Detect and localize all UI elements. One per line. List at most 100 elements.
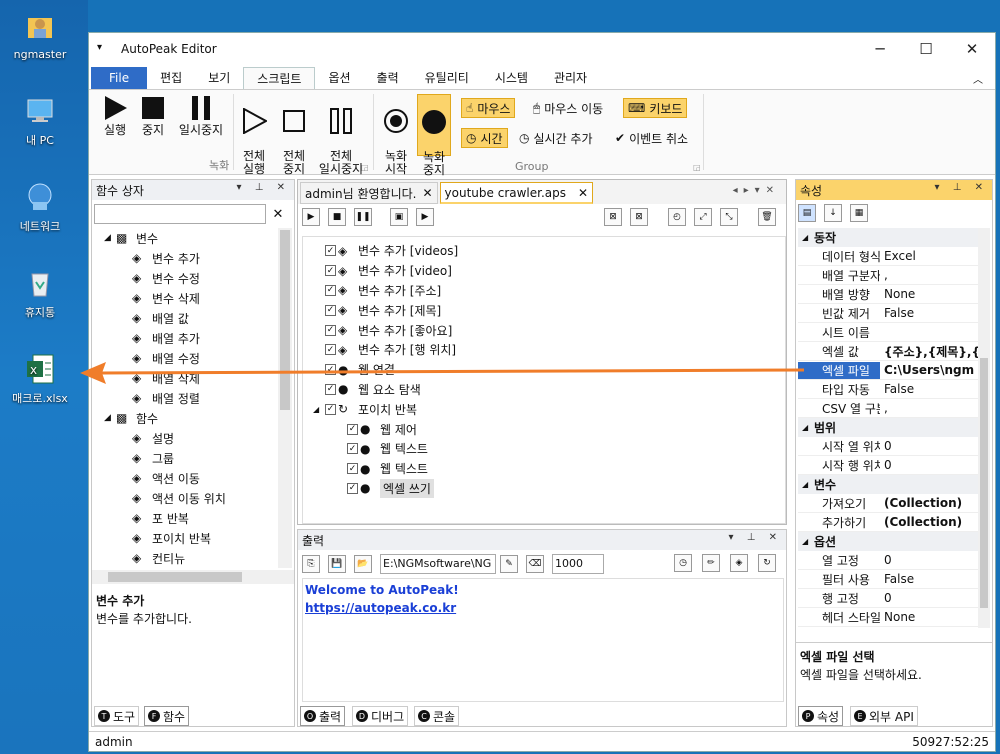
tab-output[interactable]: O 출력: [300, 706, 346, 726]
property-value[interactable]: {주소},{제목},{좋아요}: [880, 343, 978, 360]
new-log-icon[interactable]: ⎘: [302, 555, 320, 573]
script-row[interactable]: ✓ ● 엑셀 쓰기: [303, 478, 785, 499]
property-value[interactable]: False: [880, 572, 978, 586]
property-value[interactable]: ,: [880, 401, 978, 415]
expand-icon[interactable]: ⤢: [694, 208, 712, 226]
menu-file[interactable]: File: [91, 67, 148, 89]
refresh-icon[interactable]: ◴: [668, 208, 686, 226]
delete-icon[interactable]: 🗑: [758, 208, 776, 226]
toolbox-item[interactable]: ◢ ▩ 변수: [92, 228, 278, 248]
log-path-input[interactable]: E:\NGMsoftware\NG: [380, 554, 496, 574]
property-value[interactable]: Excel: [880, 249, 978, 263]
property-value[interactable]: 0: [880, 458, 978, 472]
toolbox-item[interactable]: ◈ 배열 정렬: [92, 388, 278, 408]
menu-view[interactable]: 보기: [195, 67, 243, 89]
toolbox-item[interactable]: ◈ 변수 삭제: [92, 288, 278, 308]
disable-icon[interactable]: ⊠: [604, 208, 622, 226]
property-category[interactable]: ◢ 옵션: [798, 532, 978, 551]
property-row[interactable]: 행 고정 0: [798, 589, 978, 608]
toolbox-search-input[interactable]: [94, 204, 266, 224]
toolbox-item[interactable]: ◈ 변수 수정: [92, 268, 278, 288]
property-row[interactable]: 배열 방향 None: [798, 285, 978, 304]
play-icon[interactable]: ▶: [302, 208, 320, 226]
collapse-icon[interactable]: ⤡: [720, 208, 738, 226]
step-icon[interactable]: ▣: [390, 208, 408, 226]
event-cancel-toggle[interactable]: ✔ 이벤트 취소: [611, 128, 692, 148]
toolbox-item[interactable]: ◈ 배열 값: [92, 308, 278, 328]
toolbox-item[interactable]: ◈ 설명: [92, 428, 278, 448]
script-row[interactable]: ✓ ◈ 변수 추가 [주소]: [303, 281, 785, 301]
dialog-launcher-icon[interactable]: ◲: [693, 163, 701, 172]
script-row[interactable]: ✓ ◈ 변수 추가 [행 위치]: [303, 340, 785, 360]
property-value[interactable]: 0: [880, 439, 978, 453]
pause-button[interactable]: 일시중지: [175, 94, 227, 137]
tab-debug[interactable]: D 디버그: [352, 706, 409, 726]
time-toggle[interactable]: ◷ 시간: [461, 128, 508, 148]
tab-youtube-crawler[interactable]: youtube crawler.aps ✕: [439, 182, 594, 204]
stop-button[interactable]: 중지: [137, 94, 169, 137]
property-value[interactable]: None: [880, 610, 978, 624]
clear-search-button[interactable]: ✕: [268, 204, 288, 224]
properties-scrollbar[interactable]: [978, 228, 990, 628]
property-row[interactable]: 시작 열 위치 0: [798, 437, 978, 456]
toolbox-item[interactable]: ◈ 액션 이동: [92, 468, 278, 488]
expander-icon[interactable]: ◢: [798, 480, 814, 489]
property-value[interactable]: (Collection): [880, 496, 978, 510]
row-checkbox[interactable]: ✓: [325, 344, 336, 356]
window-menu-icon[interactable]: ▾: [97, 42, 102, 53]
property-row[interactable]: 엑셀 파일 C:\Users\ngm: [798, 361, 978, 380]
menu-options[interactable]: 옵션: [315, 67, 363, 89]
toolbox-item[interactable]: ◈ 변수 추가: [92, 248, 278, 268]
desktop-icon-user-folder[interactable]: ngmaster: [4, 10, 76, 61]
property-row[interactable]: 열 고정 0: [798, 551, 978, 570]
stop-icon[interactable]: ■: [328, 208, 346, 226]
record-stop-button[interactable]: 녹화 중지: [417, 94, 451, 177]
minimize-button[interactable]: ─: [857, 33, 903, 65]
property-row[interactable]: 배열 구분자,: [798, 266, 978, 285]
save-icon[interactable]: 💾: [328, 555, 346, 573]
tab-properties[interactable]: P 속성: [798, 706, 844, 726]
row-checkbox[interactable]: ✓: [325, 265, 336, 277]
property-category[interactable]: ◢ 동작: [798, 228, 978, 247]
tab-console[interactable]: C 콘솔: [414, 706, 460, 726]
script-row[interactable]: ◢ ✓ ↻ 포이치 반복: [303, 399, 785, 419]
menu-system[interactable]: 시스템: [482, 67, 541, 89]
expander-icon[interactable]: ◢: [798, 233, 814, 242]
script-row[interactable]: ✓ ● 웹 텍스트: [303, 439, 785, 459]
property-row[interactable]: 추가하기 (Collection): [798, 513, 978, 532]
tab-functions[interactable]: F 함수: [144, 706, 190, 726]
property-row[interactable]: CSV 열 구분,: [798, 399, 978, 418]
panel-controls-icon[interactable]: ▾ ⊥ ✕: [935, 182, 988, 193]
toolbox-hscrollbar[interactable]: [92, 570, 294, 584]
property-row[interactable]: 데이터 형식 Excel: [798, 247, 978, 266]
toolbox-item[interactable]: ◈ 배열 추가: [92, 328, 278, 348]
property-value[interactable]: (Collection): [880, 515, 978, 529]
row-checkbox[interactable]: ✓: [347, 443, 358, 455]
property-row[interactable]: 시작 행 위치 0: [798, 456, 978, 475]
property-category[interactable]: ◢ 변수: [798, 475, 978, 494]
fill-icon[interactable]: ◈: [730, 554, 748, 572]
row-checkbox[interactable]: ✓: [325, 304, 336, 316]
property-row[interactable]: 엑셀 값 {주소},{제목},{좋아요}: [798, 342, 978, 361]
clean-icon[interactable]: ✎: [500, 555, 518, 573]
tab-external-api[interactable]: E 외부 API: [850, 706, 918, 726]
realtime-add-toggle[interactable]: ◷ 실시간 추가: [515, 128, 597, 148]
run-button[interactable]: 실행: [99, 94, 131, 137]
property-pages-icon[interactable]: ▦: [850, 204, 868, 222]
desktop-icon-my-pc[interactable]: 내 PC: [4, 94, 76, 148]
toolbox-item[interactable]: ◢ ▩ 함수: [92, 408, 278, 428]
keyboard-toggle[interactable]: ⌨ 키보드: [623, 98, 688, 118]
pause-all-button[interactable]: 전체 일시중지: [315, 94, 367, 176]
toolbox-item[interactable]: ◈ 포 반복: [92, 508, 278, 528]
tab-tools[interactable]: T 도구: [94, 706, 140, 726]
log-count-stepper[interactable]: 1000: [552, 554, 604, 574]
maximize-button[interactable]: ☐: [903, 33, 949, 65]
row-checkbox[interactable]: ✓: [347, 463, 358, 475]
log-link[interactable]: https://autopeak.co.kr: [305, 601, 781, 615]
menu-edit[interactable]: 편집: [147, 67, 195, 89]
categorized-icon[interactable]: ▤: [798, 204, 816, 222]
property-value[interactable]: C:\Users\ngm: [880, 363, 978, 377]
toolbox-item[interactable]: ◈ 포이치 반복: [92, 528, 278, 548]
expander-icon[interactable]: ◢: [798, 423, 814, 432]
property-value[interactable]: 0: [880, 553, 978, 567]
